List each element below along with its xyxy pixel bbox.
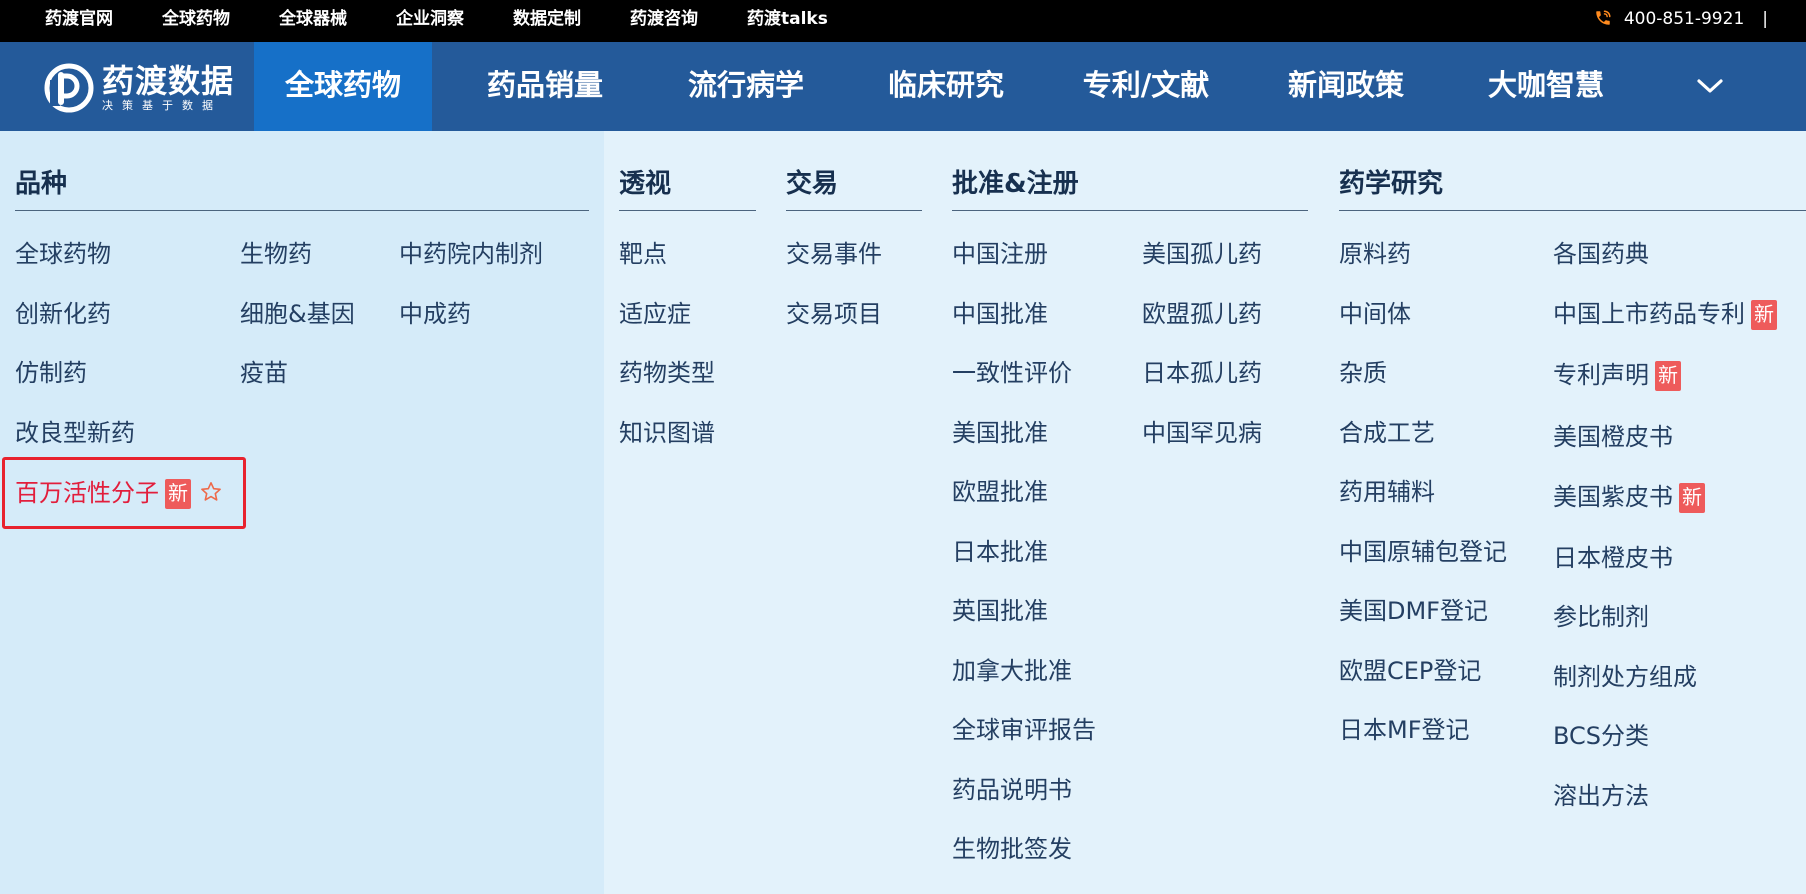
phone-number: 400-851-9921 [1623, 9, 1745, 29]
section-title-approval: 批准&注册 [952, 169, 1079, 199]
menu-item-intermediate[interactable]: 中间体 [1339, 299, 1411, 329]
menu-item-ca-approval[interactable]: 加拿大批准 [952, 656, 1072, 686]
menu-item-global-review-report[interactable]: 全球审评报告 [952, 715, 1096, 745]
menu-item-patent-statement[interactable]: 专利声明新 [1553, 360, 1681, 391]
menu-item-formulation[interactable]: 制剂处方组成 [1553, 662, 1697, 692]
menu-item-label: 专利声明 [1553, 361, 1649, 389]
section-divider [1339, 210, 1806, 211]
menu-item-jp-orange-book[interactable]: 日本橙皮书 [1553, 543, 1673, 573]
menu-item-us-approval[interactable]: 美国批准 [952, 418, 1048, 448]
menu-item-bio-lot-release[interactable]: 生物批签发 [952, 834, 1072, 864]
menu-item-bcs[interactable]: BCS分类 [1553, 721, 1649, 751]
section-divider [15, 210, 589, 211]
nav-expert-wisdom[interactable]: 大咖智慧 [1466, 42, 1626, 131]
nav-global-drugs[interactable]: 全球药物 [254, 42, 432, 131]
nav-clinical[interactable]: 临床研究 [866, 42, 1026, 131]
phone-contact: 400-851-9921 | [1594, 0, 1768, 40]
top-link-talks[interactable]: 药渡talks [747, 0, 828, 40]
chevron-down-icon[interactable] [1690, 68, 1730, 104]
menu-item-cn-api-registration[interactable]: 中国原辅包登记 [1339, 537, 1507, 567]
menu-item-api[interactable]: 原料药 [1339, 239, 1411, 269]
menu-item-us-orphan[interactable]: 美国孤儿药 [1142, 239, 1262, 269]
menu-item-excipient[interactable]: 药用辅料 [1339, 477, 1435, 507]
top-link-enterprise[interactable]: 企业洞察 [396, 0, 464, 40]
menu-item-vaccine[interactable]: 疫苗 [240, 358, 288, 388]
menu-item-trade-projects[interactable]: 交易项目 [786, 299, 882, 329]
menu-item-innovative-chem[interactable]: 创新化药 [15, 299, 111, 329]
menu-item-improved-new-drug[interactable]: 改良型新药 [15, 418, 135, 448]
menu-item-generic[interactable]: 仿制药 [15, 358, 87, 388]
menu-item-dissolution[interactable]: 溶出方法 [1553, 781, 1649, 811]
top-bar: 药渡官网 全球药物 全球器械 企业洞察 数据定制 药渡咨询 药渡talks 40… [0, 0, 1806, 42]
logo-mark-icon [44, 63, 94, 113]
menu-item-global-drugs[interactable]: 全球药物 [15, 239, 111, 269]
menu-item-reference-preparation[interactable]: 参比制剂 [1553, 602, 1649, 632]
menu-item-cn-registration[interactable]: 中国注册 [952, 239, 1048, 269]
menu-item-indication[interactable]: 适应症 [619, 299, 691, 329]
menu-item-impurity[interactable]: 杂质 [1339, 358, 1387, 388]
menu-item-tcm-patent[interactable]: 中成药 [399, 299, 471, 329]
menu-item-cell-gene[interactable]: 细胞&基因 [240, 299, 355, 329]
menu-item-label: 百万活性分子 [15, 479, 159, 507]
menu-item-label: 美国紫皮书 [1553, 483, 1673, 511]
menu-item-cn-listed-patent[interactable]: 中国上市药品专利新 [1553, 299, 1777, 330]
menu-item-drug-type[interactable]: 药物类型 [619, 358, 715, 388]
menu-item-biologics[interactable]: 生物药 [240, 239, 312, 269]
menu-item-eu-approval[interactable]: 欧盟批准 [952, 477, 1048, 507]
new-badge: 新 [1655, 361, 1681, 391]
star-icon[interactable] [199, 480, 223, 504]
menu-item-us-dmf[interactable]: 美国DMF登记 [1339, 596, 1488, 626]
menu-item-target[interactable]: 靶点 [619, 239, 667, 269]
new-badge: 新 [1679, 483, 1705, 513]
logo[interactable]: 药渡数据 决策基于数据 [44, 60, 234, 116]
section-divider [786, 210, 922, 211]
logo-text: 药渡数据 决策基于数据 [102, 63, 234, 113]
nav-drug-sales[interactable]: 药品销量 [465, 42, 625, 131]
main-nav: 药渡数据 决策基于数据 全球药物 药品销量 流行病学 临床研究 专利/文献 新闻… [0, 42, 1806, 131]
section-title-perspective: 透视 [619, 169, 672, 199]
menu-item-us-orange-book[interactable]: 美国橙皮书 [1553, 422, 1673, 452]
logo-slogan: 决策基于数据 [102, 99, 222, 112]
menu-item-us-purple-book[interactable]: 美国紫皮书新 [1553, 482, 1705, 513]
menu-item-jp-orphan[interactable]: 日本孤儿药 [1142, 358, 1262, 388]
menu-item-consistency-eval[interactable]: 一致性评价 [952, 358, 1072, 388]
menu-item-label: 中国上市药品专利 [1553, 300, 1745, 328]
phone-icon [1596, 10, 1611, 25]
top-link-global-devices[interactable]: 全球器械 [279, 0, 347, 40]
menu-item-cn-approval[interactable]: 中国批准 [952, 299, 1048, 329]
menu-item-pharmacopoeia[interactable]: 各国药典 [1553, 239, 1649, 269]
top-link-data-custom[interactable]: 数据定制 [513, 0, 581, 40]
menu-item-jp-approval[interactable]: 日本批准 [952, 537, 1048, 567]
logo-name: 药渡数据 [102, 62, 235, 100]
top-link-global-drugs[interactable]: 全球药物 [162, 0, 230, 40]
separator: | [1762, 9, 1768, 29]
top-link-consulting[interactable]: 药渡咨询 [630, 0, 698, 40]
section-title-trade: 交易 [786, 169, 839, 199]
nav-news-policy[interactable]: 新闻政策 [1266, 42, 1426, 131]
menu-item-eu-orphan[interactable]: 欧盟孤儿药 [1142, 299, 1262, 329]
new-badge: 新 [165, 479, 191, 509]
top-link-yaodu-official[interactable]: 药渡官网 [45, 0, 113, 40]
menu-item-synthesis[interactable]: 合成工艺 [1339, 418, 1435, 448]
menu-item-cn-rare-disease[interactable]: 中国罕见病 [1142, 418, 1262, 448]
menu-item-uk-approval[interactable]: 英国批准 [952, 596, 1048, 626]
menu-item-jp-mf[interactable]: 日本MF登记 [1339, 715, 1470, 745]
section-title-pharma-research: 药学研究 [1339, 169, 1444, 199]
menu-item-tcm-hospital[interactable]: 中药院内制剂 [399, 239, 543, 269]
section-title-varieties: 品种 [15, 169, 68, 199]
nav-epidemiology[interactable]: 流行病学 [666, 42, 826, 131]
menu-item-eu-cep[interactable]: 欧盟CEP登记 [1339, 656, 1481, 686]
menu-item-trade-events[interactable]: 交易事件 [786, 239, 882, 269]
menu-item-knowledge-graph[interactable]: 知识图谱 [619, 418, 715, 448]
menu-item-million-active-molecules[interactable]: 百万活性分子新 [15, 478, 223, 509]
section-divider [952, 210, 1308, 211]
new-badge: 新 [1751, 300, 1777, 330]
nav-patent-literature[interactable]: 专利/文献 [1066, 42, 1226, 131]
section-divider [619, 210, 756, 211]
menu-item-drug-label[interactable]: 药品说明书 [952, 775, 1072, 805]
